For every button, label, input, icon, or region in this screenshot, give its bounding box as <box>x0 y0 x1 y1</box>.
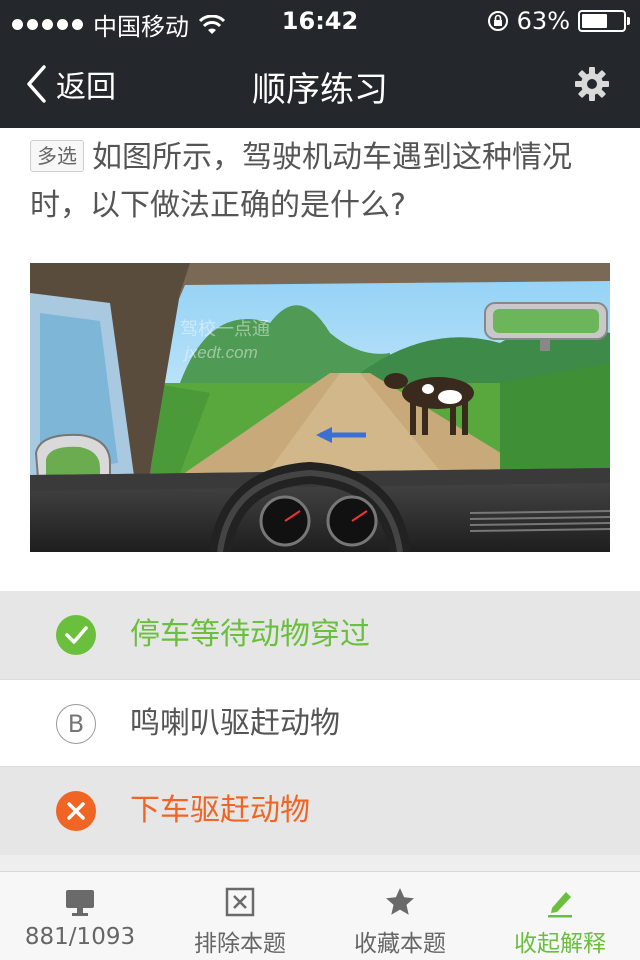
page: 中国移动 16:42 63% 返回 顺序练习 多选 如图所示，驾驶机动车遇到这种… <box>0 0 640 960</box>
question-block: 多选 如图所示，驾驶机动车遇到这种情况时，以下做法正确的是什么? <box>30 134 610 230</box>
tab-progress[interactable]: 881/1093 <box>0 872 160 960</box>
status-right: 63% <box>487 7 630 35</box>
star-icon <box>386 888 414 915</box>
pencil-icon <box>548 892 572 918</box>
rotation-lock-icon <box>487 11 508 31</box>
option-list-continuation <box>0 855 640 871</box>
battery-level <box>582 14 608 28</box>
driving-scene-image: 驾校一点通 jxedt.com <box>30 263 610 552</box>
option-b[interactable]: B 鸣喇叭驱赶动物 <box>0 679 640 767</box>
question-text: 如图所示，驾驶机动车遇到这种情况时，以下做法正确的是什么? <box>30 140 572 223</box>
bottom-tab-bar: 881/1093 排除本题 收藏本题 收起解释 <box>0 871 640 960</box>
status-bar: 中国移动 16:42 63% <box>0 0 640 41</box>
tab-exclude-question[interactable]: 排除本题 <box>160 872 320 960</box>
watermark-en: jxedt.com <box>183 343 258 362</box>
option-b-letter: B <box>56 704 96 744</box>
tab-exclude-label: 排除本题 <box>194 931 286 957</box>
letter-b-icon: B <box>56 704 96 744</box>
option-c-text: 下车驱赶动物 <box>130 793 310 828</box>
top-bar: 中国移动 16:42 63% 返回 顺序练习 <box>0 0 640 128</box>
tab-collapse-explanation[interactable]: 收起解释 <box>480 872 640 960</box>
watermark-cn: 驾校一点通 <box>180 319 270 339</box>
check-circle-icon <box>56 615 96 655</box>
gear-icon[interactable] <box>574 66 610 102</box>
remove-box-icon <box>225 887 255 917</box>
question-type-badge: 多选 <box>30 140 84 172</box>
question-illustration: 驾校一点通 jxedt.com <box>30 263 610 552</box>
battery-icon <box>578 10 630 32</box>
option-a-text: 停车等待动物穿过 <box>130 617 370 652</box>
option-a[interactable]: 停车等待动物穿过 <box>0 591 640 679</box>
monitor-icon <box>66 890 94 916</box>
tab-progress-label: 881/1093 <box>24 924 136 950</box>
tab-favorite-question[interactable]: 收藏本题 <box>320 872 480 960</box>
nav-bar: 返回 顺序练习 <box>0 40 640 128</box>
battery-percent: 63% <box>516 7 570 35</box>
option-b-text: 鸣喇叭驱赶动物 <box>130 706 340 741</box>
option-c[interactable]: 下车驱赶动物 <box>0 767 640 855</box>
tab-collapse-label: 收起解释 <box>514 931 606 957</box>
tab-favorite-label: 收藏本题 <box>354 931 446 957</box>
page-title: 顺序练习 <box>252 70 388 110</box>
cross-circle-icon <box>56 791 96 831</box>
